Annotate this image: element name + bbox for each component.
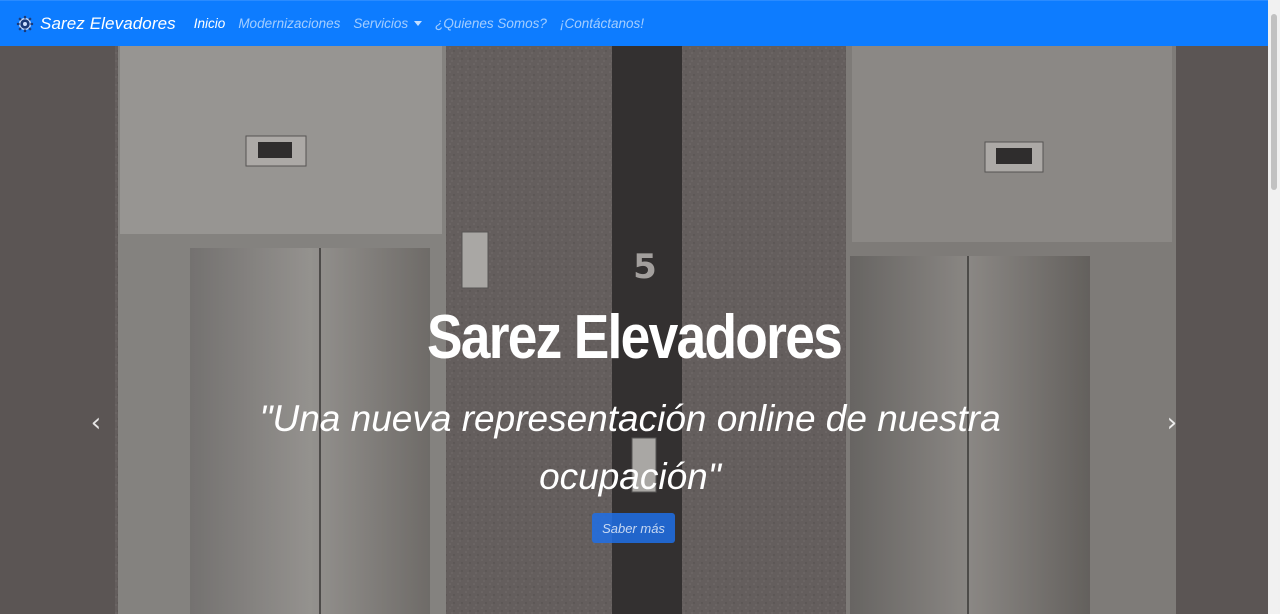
nav-link-quienes-somos[interactable]: ¿Quienes Somos? — [435, 16, 547, 31]
nav-link-modernizaciones[interactable]: Modernizaciones — [238, 16, 340, 31]
nav-links: Inicio Modernizaciones Servicios ¿Quiene… — [194, 16, 657, 31]
hero-carousel: 5 ‹ › Sarez Elevadores "Una nueva repres… — [0, 46, 1268, 614]
chevron-right-icon: › — [1166, 408, 1178, 438]
caret-down-icon — [414, 21, 423, 26]
carousel-prev-button[interactable]: ‹ — [84, 408, 108, 438]
hero-quote: "Una nueva representación online de nues… — [259, 398, 1001, 497]
nav-link-contactanos[interactable]: ¡Contáctanos! — [560, 16, 644, 31]
hero-title: Sarez Elevadores — [426, 303, 843, 372]
chevron-left-icon: ‹ — [90, 408, 102, 438]
navbar: Sarez Elevadores Inicio Modernizaciones … — [0, 0, 1268, 46]
brand-link[interactable]: Sarez Elevadores — [16, 14, 176, 34]
brand-name: Sarez Elevadores — [40, 13, 176, 33]
nav-dropdown-servicios[interactable]: Servicios — [353, 16, 423, 31]
page-scrollbar[interactable] — [1268, 0, 1280, 614]
saber-mas-button[interactable]: Saber más — [592, 513, 675, 543]
gear-logo-icon — [16, 15, 34, 32]
nav-dropdown-label: Servicios — [353, 16, 409, 31]
scrollbar-thumb[interactable] — [1271, 14, 1277, 190]
carousel-next-button[interactable]: › — [1160, 408, 1184, 438]
nav-link-inicio[interactable]: Inicio — [194, 16, 226, 31]
